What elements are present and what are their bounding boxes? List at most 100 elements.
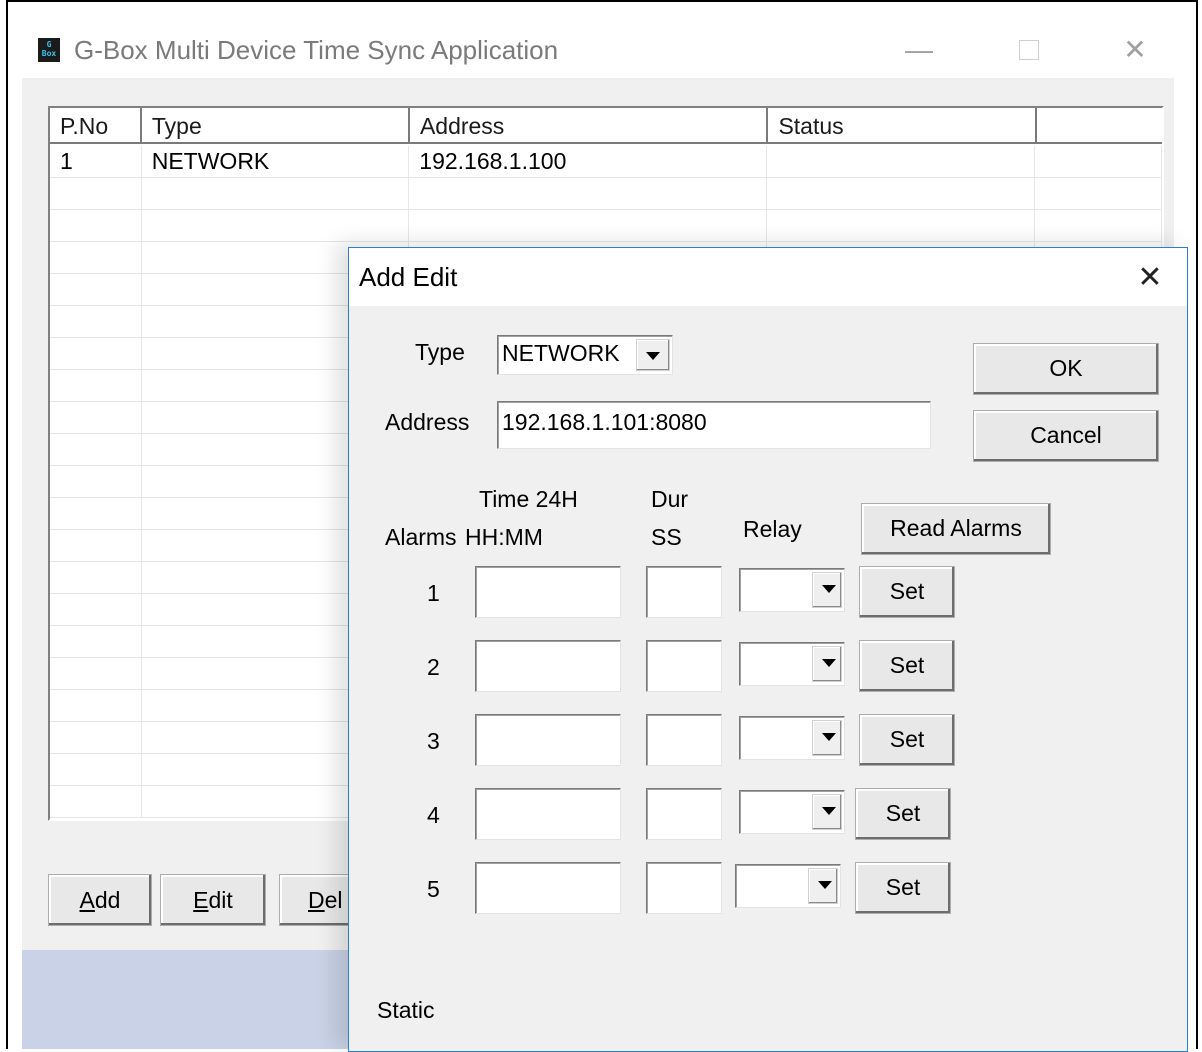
relay-header: Relay	[743, 516, 802, 542]
dialog-close-button[interactable]: ✕	[1125, 256, 1175, 300]
alarm-duration-input[interactable]	[646, 714, 722, 766]
alarm-number: 5	[427, 876, 440, 902]
chevron-down-icon[interactable]	[812, 646, 842, 682]
cell-pno	[50, 562, 142, 593]
type-select-value: NETWORK	[502, 340, 620, 366]
cell-pno	[50, 530, 142, 561]
alarm-time-input[interactable]	[475, 640, 621, 692]
main-window-title: G-Box Multi Device Time Sync Application	[74, 35, 559, 65]
cell-pno	[50, 210, 142, 241]
alarm-number: 2	[427, 654, 440, 680]
cell-pno	[50, 690, 142, 721]
maximize-icon	[1019, 40, 1039, 60]
dialog-title: Add Edit	[359, 262, 458, 292]
main-titlebar: G Box G-Box Multi Device Time Sync Applic…	[22, 20, 1174, 78]
time-header-line1: Time 24H	[479, 486, 578, 512]
cell-extra	[1035, 146, 1162, 177]
cell-pno	[50, 466, 142, 497]
alarm-set-button[interactable]: Set	[859, 640, 955, 692]
cell-pno	[50, 370, 142, 401]
maximize-button[interactable]	[1006, 30, 1052, 70]
alarm-relay-select[interactable]	[739, 568, 845, 612]
cell-extra	[1035, 178, 1162, 209]
alarm-set-button[interactable]: Set	[855, 862, 951, 914]
cell-pno	[50, 434, 142, 465]
column-header-pno[interactable]: P.No	[50, 108, 142, 144]
address-label: Address	[385, 409, 470, 435]
chevron-down-icon[interactable]	[812, 720, 842, 756]
alarm-relay-select[interactable]	[739, 716, 845, 760]
chevron-down-icon[interactable]	[812, 794, 842, 830]
alarm-number: 4	[427, 802, 440, 828]
type-select[interactable]: NETWORK	[497, 335, 673, 375]
alarms-label: Alarms	[385, 524, 457, 550]
chevron-down-icon[interactable]	[636, 339, 670, 371]
time-header-line2: HH:MM	[465, 524, 543, 550]
cell-pno	[50, 274, 142, 305]
alarm-set-button[interactable]: Set	[859, 714, 955, 766]
cell-pno	[50, 306, 142, 337]
cell-status	[767, 210, 1035, 241]
alarm-relay-select[interactable]	[739, 642, 845, 686]
column-header-type[interactable]: Type	[141, 108, 410, 144]
cell-type: NETWORK	[142, 146, 410, 177]
minimize-button[interactable]: —	[896, 30, 942, 70]
cell-pno: 1	[50, 146, 142, 177]
alarm-relay-select[interactable]	[739, 790, 845, 834]
alarm-set-button[interactable]: Set	[859, 566, 955, 618]
address-input[interactable]: 192.168.1.101:8080	[497, 401, 931, 449]
cell-type	[142, 210, 410, 241]
cell-type	[142, 178, 410, 209]
type-label: Type	[415, 339, 465, 365]
alarm-time-input[interactable]	[475, 566, 621, 618]
cell-address	[409, 178, 768, 209]
table-row[interactable]	[50, 210, 1162, 242]
table-row[interactable]: 1 NETWORK 192.168.1.100	[50, 146, 1162, 178]
column-header-address[interactable]: Address	[409, 108, 769, 144]
alarm-number: 3	[427, 728, 440, 754]
cell-pno	[50, 626, 142, 657]
cell-pno	[50, 242, 142, 273]
read-alarms-button[interactable]: Read Alarms	[861, 503, 1051, 555]
cell-extra	[1035, 210, 1162, 241]
background-window	[22, 950, 352, 1049]
status-static-text: Static	[377, 997, 435, 1023]
alarm-set-button[interactable]: Set	[855, 788, 951, 840]
main-close-button[interactable]: ✕	[1112, 30, 1158, 70]
cell-pno	[50, 722, 142, 753]
cell-pno	[50, 338, 142, 369]
alarm-time-input[interactable]	[475, 714, 621, 766]
alarm-time-input[interactable]	[475, 862, 621, 914]
alarm-duration-input[interactable]	[646, 566, 722, 618]
cell-pno	[50, 498, 142, 529]
column-header-extra[interactable]	[1036, 108, 1162, 144]
table-row[interactable]	[50, 178, 1162, 210]
add-edit-dialog: Add Edit ✕ Type NETWORK Address 192.168.…	[348, 247, 1188, 1052]
dur-header-line2: SS	[651, 524, 682, 550]
alarm-duration-input[interactable]	[646, 788, 722, 840]
alarm-duration-input[interactable]	[646, 640, 722, 692]
dur-header-line1: Dur	[651, 486, 689, 512]
chevron-down-icon[interactable]	[812, 572, 842, 608]
ok-button[interactable]: OK	[973, 343, 1159, 395]
alarm-duration-input[interactable]	[646, 862, 722, 914]
cell-address	[409, 210, 768, 241]
cell-address: 192.168.1.100	[409, 146, 768, 177]
edit-button[interactable]: Edit	[160, 874, 266, 926]
cell-pno	[50, 754, 142, 785]
grid-header-row: P.No Type Address Status	[50, 108, 1162, 144]
alarm-number: 1	[427, 580, 440, 606]
cancel-button[interactable]: Cancel	[973, 410, 1159, 462]
cell-status	[767, 178, 1035, 209]
chevron-down-icon[interactable]	[808, 868, 838, 904]
alarm-relay-select[interactable]	[735, 864, 841, 908]
alarm-time-input[interactable]	[475, 788, 621, 840]
cell-pno	[50, 594, 142, 625]
column-header-status[interactable]: Status	[768, 108, 1037, 144]
add-button[interactable]: Add	[48, 874, 152, 926]
cell-pno	[50, 786, 142, 817]
cell-status	[767, 146, 1035, 177]
dialog-titlebar: Add Edit ✕	[349, 248, 1187, 306]
cell-pno	[50, 658, 142, 689]
cell-pno	[50, 178, 142, 209]
